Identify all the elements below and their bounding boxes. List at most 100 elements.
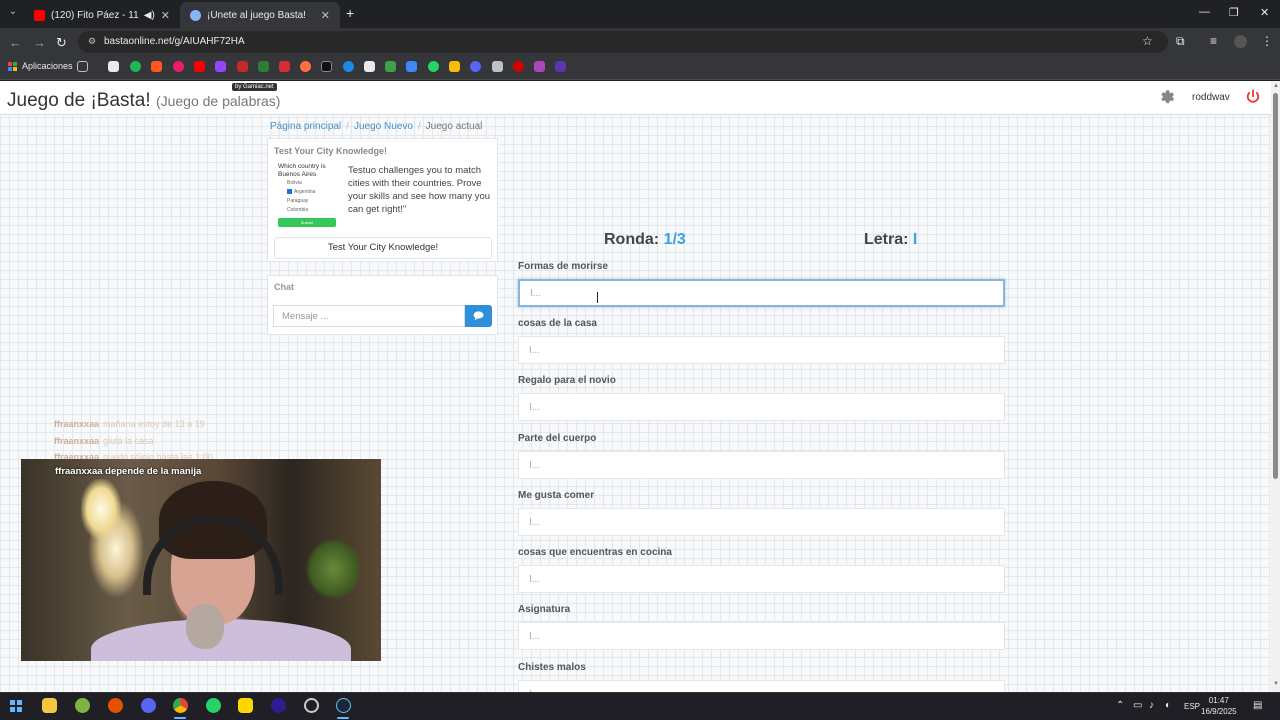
minimize-icon[interactable]: — [1199, 6, 1210, 18]
url-text[interactable]: bastaonline.net/g/AIUAHF72HA [104, 36, 245, 47]
taskbar-clock[interactable]: 01:47 16/9/2025 [1201, 695, 1237, 717]
sticky-notes-icon[interactable] [238, 698, 253, 713]
scrollbar-thumb[interactable] [1273, 93, 1278, 479]
steam-icon[interactable] [336, 698, 351, 713]
chat-message-input[interactable]: Mensaje ... [273, 305, 465, 327]
bookmark-icon[interactable] [343, 61, 354, 72]
breadcrumb-separator: / [417, 121, 421, 132]
category-input[interactable] [518, 393, 1005, 421]
spotify-icon[interactable] [130, 61, 141, 72]
forward-icon[interactable]: → [33, 35, 46, 50]
tray-overflow-icon[interactable]: ⌃ [1116, 700, 1124, 711]
bookmark-icon[interactable] [108, 61, 119, 72]
bookmark-icon[interactable] [300, 61, 311, 72]
category-input[interactable] [518, 279, 1005, 307]
category-input[interactable] [518, 565, 1005, 593]
tab-groups-icon[interactable] [77, 61, 88, 72]
stream-chat-text: gluta la casa [103, 435, 154, 446]
tray-app-icon[interactable]: ◐ [1165, 700, 1171, 711]
category-input[interactable] [518, 622, 1005, 650]
discord-icon[interactable] [141, 698, 156, 713]
bookmark-icon[interactable] [279, 61, 290, 72]
tab-youtube[interactable]: (120) Fito Páez - 11 Y 6 (Au ◀) ✕ [24, 2, 180, 28]
discord-icon[interactable] [470, 61, 481, 72]
category-label: Formas de morirse [518, 261, 609, 272]
gamiac-badge[interactable]: by Gamiac.net [232, 83, 277, 91]
whatsapp-icon[interactable] [428, 61, 439, 72]
ad-cta-button[interactable]: Test Your City Knowledge! [274, 237, 492, 259]
breadcrumb-new-game-link[interactable]: Juego Nuevo [354, 121, 413, 132]
twitch-icon[interactable] [215, 61, 226, 72]
bookmark-icon[interactable] [406, 61, 417, 72]
language-indicator[interactable]: ESP [1184, 702, 1200, 711]
category-label: cosas que encuentras en cocina [518, 547, 672, 558]
bookmark-icon[interactable] [555, 61, 566, 72]
bookmark-icon[interactable] [173, 61, 184, 72]
reload-icon[interactable]: ↻ [56, 35, 67, 51]
active-app-indicator [337, 717, 349, 719]
media-control-icon[interactable]: ≡ [1210, 34, 1217, 48]
bookmark-icon[interactable] [258, 61, 269, 72]
bookmark-icon[interactable] [364, 61, 375, 72]
ad-thumbnail[interactable]: Which country is Buenos Aires Bolivia Ar… [278, 163, 338, 229]
category-input[interactable] [518, 508, 1005, 536]
menu-icon[interactable]: ⋮ [1261, 34, 1273, 48]
tab-search-icon[interactable]: ⌄ [6, 6, 20, 20]
app-icon[interactable] [108, 698, 123, 713]
new-tab-button[interactable]: + [346, 5, 354, 21]
settings-gear-icon[interactable] [1157, 88, 1175, 106]
clock-time: 01:47 [1208, 696, 1229, 705]
app-icon[interactable] [304, 698, 319, 713]
windows-start-icon[interactable] [10, 700, 22, 712]
profile-avatar[interactable] [1234, 35, 1247, 48]
bookmark-icon[interactable] [492, 61, 503, 72]
app-icon[interactable] [271, 698, 286, 713]
tab-title: (120) Fito Páez - 11 Y 6 (Au [51, 9, 140, 21]
app-icon[interactable] [75, 698, 90, 713]
file-explorer-icon[interactable] [42, 698, 57, 713]
maps-icon[interactable] [385, 61, 396, 72]
category-input[interactable] [518, 336, 1005, 364]
back-icon[interactable]: ← [9, 35, 22, 50]
speech-bubble-icon [473, 311, 484, 321]
x-icon[interactable] [321, 61, 332, 72]
username[interactable]: roddwav [1192, 92, 1230, 103]
category-input[interactable] [518, 680, 1005, 692]
apps-grid-icon [8, 61, 17, 71]
chat-send-button[interactable] [465, 305, 492, 327]
ad-panel: Test Your City Knowledge! Which country … [267, 138, 498, 262]
scroll-up-icon[interactable]: ▲ [1273, 83, 1279, 89]
bookmark-icon[interactable] [534, 61, 545, 72]
bookmark-icon[interactable] [151, 61, 162, 72]
network-icon[interactable]: ▭ [1133, 700, 1142, 711]
site-header: Juego de ¡Basta! (Juego de palabras) by … [0, 81, 1271, 115]
site-info-icon[interactable]: ⚙ [88, 36, 98, 46]
checkbox-icon [287, 189, 292, 195]
scroll-down-icon[interactable]: ▼ [1273, 681, 1279, 687]
category-input[interactable] [518, 451, 1005, 479]
restore-icon[interactable]: ❐ [1229, 6, 1239, 19]
whatsapp-icon[interactable] [206, 698, 221, 713]
youtube-icon[interactable] [194, 61, 205, 72]
power-logout-icon[interactable] [1244, 88, 1262, 106]
page-scrollbar[interactable]: ▲ ▼ [1271, 81, 1280, 692]
tab-basta[interactable]: ¡Únete al juego Basta! ✕ [180, 2, 340, 28]
bookmark-icon[interactable] [513, 61, 524, 72]
stream-chat-latest: ffraanxxaa depende de la manija [55, 466, 202, 477]
bookmark-icon[interactable] [237, 61, 248, 72]
notifications-icon[interactable]: ▤ [1253, 700, 1262, 711]
volume-icon[interactable]: ♪ [1149, 700, 1154, 711]
close-tab-icon[interactable]: ✕ [161, 9, 170, 22]
bookmark-star-icon[interactable]: ☆ [1142, 34, 1153, 48]
bookmark-icon[interactable] [449, 61, 460, 72]
bookmark-apps[interactable]: Aplicaciones [8, 61, 73, 71]
close-tab-icon[interactable]: ✕ [321, 9, 330, 22]
extensions-icon[interactable]: ⧉ [1176, 34, 1185, 49]
site-brand[interactable]: Juego de ¡Basta! (Juego de palabras) [7, 90, 280, 112]
letter-label: Letra: [864, 231, 909, 248]
breadcrumb-home-link[interactable]: Página principal [270, 121, 341, 132]
speaker-icon[interactable]: ◀) [144, 10, 155, 21]
chrome-icon[interactable] [173, 698, 188, 713]
ad-text[interactable]: Testuo challenges you to match cities wi… [348, 164, 493, 216]
close-window-icon[interactable]: ✕ [1260, 6, 1269, 19]
